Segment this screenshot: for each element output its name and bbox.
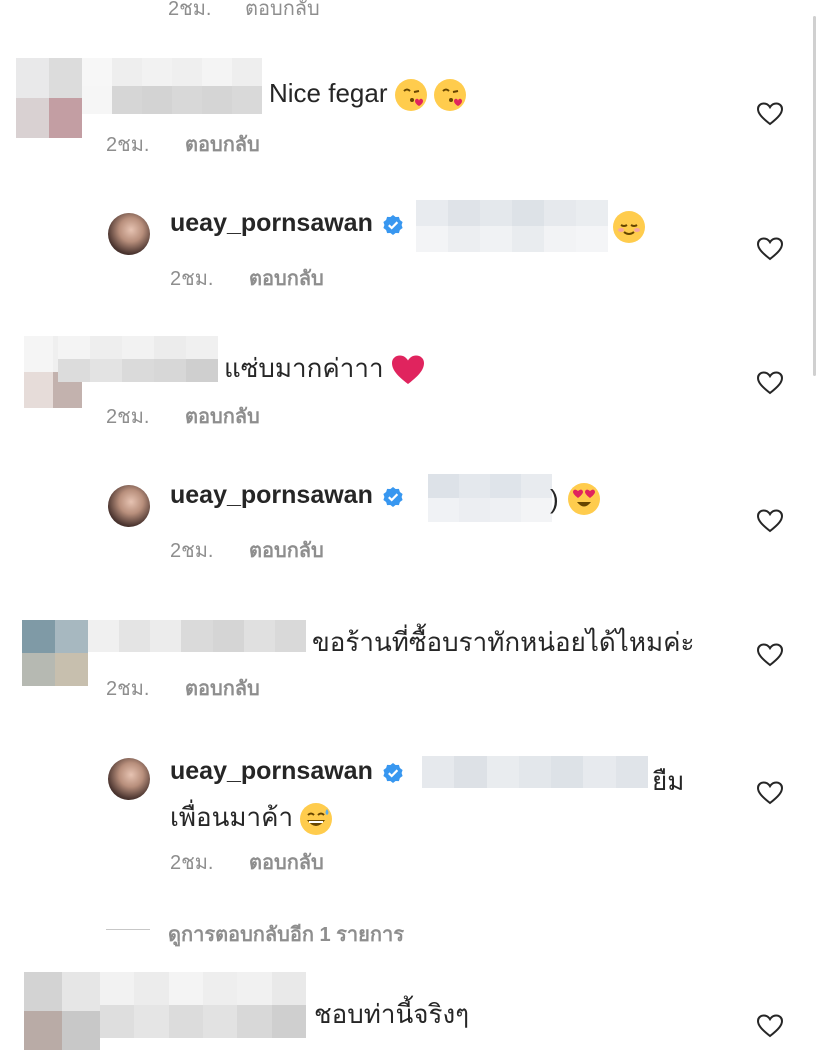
reply-line-2: เพื่อนมาค้า (170, 797, 333, 838)
mention-blurred[interactable] (422, 756, 648, 788)
comment-text: Nice fegar (269, 78, 388, 108)
comment-text: ชอบท่านี้จริงๆ (314, 999, 470, 1029)
reply-2: ueay_pornsawan ) 2ชม. ตอบกลับ (0, 0, 783, 562)
reply-button[interactable]: ตอบกลับ (249, 540, 324, 562)
username-blurred[interactable] (100, 972, 306, 1038)
username-blurred[interactable] (88, 620, 306, 652)
grinning-sweat-emoji (300, 803, 333, 836)
comment-time: 2ชม. (168, 0, 212, 20)
like-heart-icon[interactable] (757, 509, 783, 533)
avatar[interactable] (108, 213, 150, 255)
avatar-blurred[interactable] (22, 620, 88, 686)
comment-body: Nice fegar (269, 78, 466, 112)
username[interactable]: ueay_pornsawan (170, 481, 373, 509)
comment-meta: 2ชม. ตอบกลับ (106, 400, 260, 432)
reply-body: ueay_pornsawan (170, 757, 409, 787)
reply-body: ueay_pornsawan (170, 209, 409, 239)
reply-button[interactable]: ตอบกลับ (185, 678, 260, 700)
avatar[interactable] (108, 758, 150, 800)
replies-divider (106, 929, 150, 930)
comment-meta: 2ชม. ตอบกลับ (106, 128, 260, 160)
like-heart-icon[interactable] (757, 643, 783, 667)
avatar-blurred[interactable] (16, 58, 82, 138)
username[interactable]: ueay_pornsawan (170, 209, 373, 237)
like-heart-icon[interactable] (757, 237, 783, 261)
avatar-blurred[interactable] (24, 972, 100, 1050)
comment-meta: 2ชม. ตอบกลับ (106, 672, 260, 704)
verified-badge-icon (383, 214, 403, 235)
reply-button[interactable]: ตอบกลับ (185, 406, 260, 428)
reply-text-suffix: ) (550, 484, 559, 514)
comment-time: 2ชม. (106, 678, 150, 700)
reply-text-suffix: ยืม (652, 766, 685, 796)
like-heart-icon[interactable] (757, 1014, 783, 1038)
username-blurred[interactable] (58, 336, 218, 382)
reply-button[interactable]: ตอบกลับ (249, 268, 324, 290)
like-heart-icon[interactable] (757, 102, 783, 126)
reply-time: 2ชม. (170, 852, 214, 874)
heart-eyes-emoji (568, 483, 600, 515)
reply-button[interactable]: ตอบกลับ (245, 0, 320, 20)
comment-time: 2ชม. (106, 134, 150, 156)
reply-meta: 2ชม. ตอบกลับ (170, 534, 324, 566)
mention-blurred[interactable] (416, 200, 608, 252)
like-heart-icon[interactable] (757, 371, 783, 395)
reply-time: 2ชม. (170, 540, 214, 562)
reply-button[interactable]: ตอบกลับ (185, 134, 260, 156)
username[interactable]: ueay_pornsawan (170, 757, 373, 785)
username-blurred[interactable] (82, 58, 262, 114)
comment-text: แซ่บมากค่าาา (224, 353, 384, 383)
kissing-heart-emoji (433, 79, 466, 112)
smiling-emoji (613, 211, 645, 243)
reply-button[interactable]: ตอบกลับ (249, 852, 324, 874)
comment-meta-partial: 2ชม. ตอบกลับ (168, 0, 320, 24)
kissing-heart-emoji (394, 79, 427, 112)
verified-badge-icon (383, 762, 403, 783)
red-heart-emoji (391, 355, 424, 385)
mention-blurred[interactable] (428, 474, 552, 522)
verified-badge-icon (383, 486, 403, 507)
reply-meta: 2ชม. ตอบกลับ (170, 262, 324, 294)
avatar[interactable] (108, 485, 150, 527)
view-more-replies-button[interactable]: ดูการตอบกลับอีก 1 รายการ (168, 918, 404, 950)
comment-text: ขอร้านที่ซื้อบราทักหน่อยได้ไหมค่ะ (312, 627, 695, 657)
reply-text-line2: เพื่อนมาค้า (170, 802, 294, 832)
like-heart-icon[interactable] (757, 781, 783, 805)
comment-time: 2ชม. (106, 406, 150, 428)
reply-time: 2ชม. (170, 268, 214, 290)
comment-body: แซ่บมากค่าาา (224, 348, 425, 389)
reply-meta: 2ชม. ตอบกลับ (170, 846, 324, 878)
reply-body: ueay_pornsawan (170, 481, 409, 511)
